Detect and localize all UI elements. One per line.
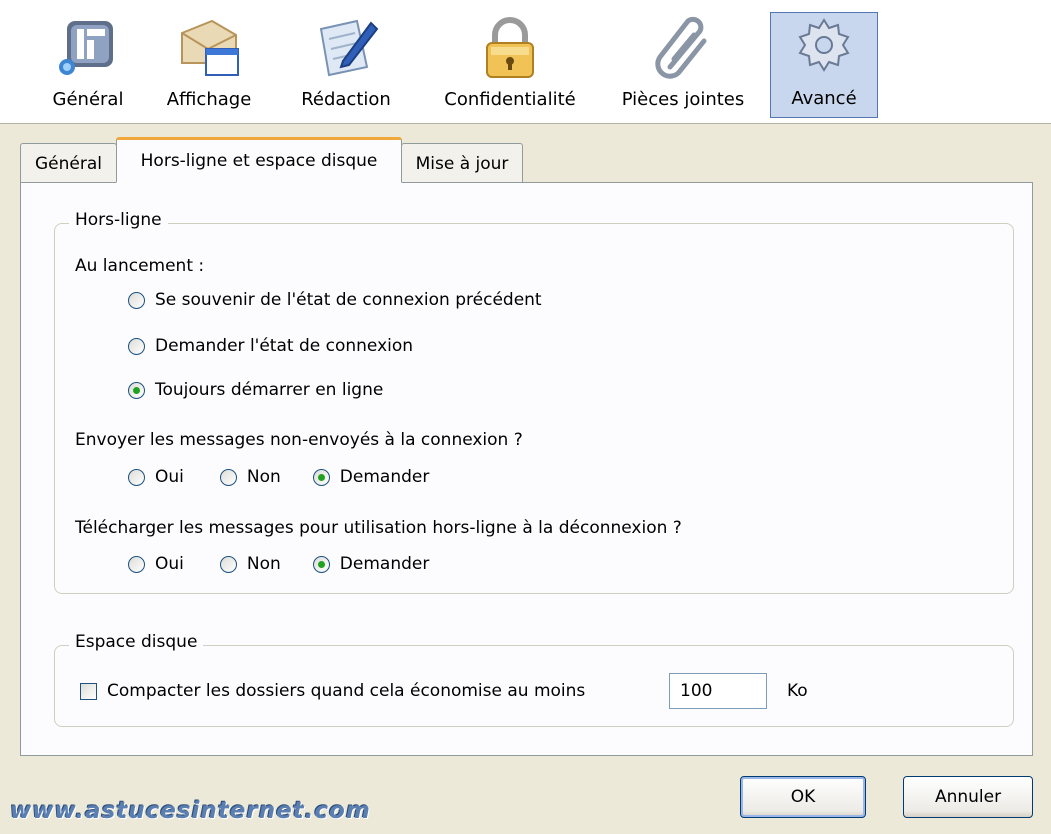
download-options: Oui Non Demander: [128, 554, 429, 574]
toolbar-privacy-label: Confidentialité: [444, 89, 576, 110]
general-icon: [59, 21, 113, 75]
tab-updates-label: Mise à jour: [415, 153, 509, 174]
send-option-yes[interactable]: Oui: [128, 467, 184, 487]
download-option-ask[interactable]: Demander: [312, 554, 429, 574]
tab-updates[interactable]: Mise à jour: [401, 143, 523, 183]
startup-option-remember[interactable]: Se souvenir de l'état de connexion précé…: [128, 290, 542, 310]
toolbar-composition-label: Rédaction: [301, 89, 391, 110]
toolbar-advanced-button[interactable]: Avancé: [770, 12, 878, 118]
toolbar-privacy-button[interactable]: Confidentialité: [430, 12, 590, 118]
compact-checkbox[interactable]: [80, 682, 97, 700]
compact-threshold-input[interactable]: 100: [669, 673, 767, 709]
tab-offline-disk[interactable]: Hors-ligne et espace disque: [116, 137, 402, 183]
radio-send-no[interactable]: [219, 468, 237, 486]
radio-remember-state[interactable]: [128, 291, 145, 309]
disk-group-caption: Espace disque: [69, 632, 204, 652]
padlock-icon: [486, 17, 534, 78]
toolbar-general-label: Général: [52, 89, 124, 110]
download-question: Télécharger les messages pour utilisatio…: [75, 518, 682, 538]
radio-download-no[interactable]: [219, 555, 237, 573]
startup-option-online-label: Toujours démarrer en ligne: [155, 380, 384, 400]
tab-offline-disk-label: Hors-ligne et espace disque: [140, 151, 378, 171]
startup-option-remember-label: Se souvenir de l'état de connexion précé…: [155, 290, 542, 310]
radio-ask-state[interactable]: [128, 337, 145, 355]
tab-general[interactable]: Général: [20, 143, 117, 183]
send-options: Oui Non Demander: [128, 467, 429, 487]
send-option-ask[interactable]: Demander: [312, 467, 429, 487]
offline-group-caption: Hors-ligne: [69, 210, 168, 230]
toolbar-attachments-label: Pièces jointes: [621, 89, 745, 110]
compact-option[interactable]: Compacter les dossiers quand cela économ…: [80, 681, 585, 701]
toolbar-display-label: Affichage: [166, 89, 252, 110]
display-icon: [181, 19, 239, 76]
radio-download-yes[interactable]: [128, 555, 145, 573]
startup-label: Au lancement :: [75, 256, 205, 276]
radio-send-yes[interactable]: [128, 468, 145, 486]
ok-button[interactable]: OK: [740, 776, 866, 818]
startup-option-online[interactable]: Toujours démarrer en ligne: [128, 380, 383, 400]
preferences-toolbar: Général Affichage Rédaction Confidential…: [0, 0, 1051, 124]
cancel-button[interactable]: Annuler: [903, 776, 1033, 818]
send-question: Envoyer les messages non-envoyés à la co…: [75, 430, 523, 450]
radio-always-online[interactable]: [128, 381, 145, 399]
compact-label: Compacter les dossiers quand cela économ…: [107, 681, 586, 701]
radio-download-ask[interactable]: [312, 555, 330, 573]
toolbar-composition-button[interactable]: Rédaction: [286, 12, 406, 118]
watermark: www.astucesinternet.com: [10, 798, 371, 824]
send-option-no[interactable]: Non: [219, 467, 281, 487]
download-option-yes[interactable]: Oui: [128, 554, 184, 574]
toolbar-advanced-label: Avancé: [791, 88, 857, 109]
download-option-no[interactable]: Non: [219, 554, 281, 574]
toolbar-general-button[interactable]: Général: [38, 12, 138, 118]
toolbar-attachments-button[interactable]: Pièces jointes: [608, 12, 758, 118]
radio-send-ask[interactable]: [312, 468, 330, 486]
paperclip-icon: [655, 16, 707, 79]
composition-icon: [319, 19, 379, 77]
toolbar-display-button[interactable]: Affichage: [154, 12, 264, 118]
offline-group: Hors-ligne: [54, 210, 1014, 594]
startup-option-ask-label: Demander l'état de connexion: [155, 336, 414, 356]
startup-option-ask[interactable]: Demander l'état de connexion: [128, 336, 413, 356]
gear-icon: [798, 18, 850, 72]
tab-general-label: Général: [35, 153, 102, 174]
compact-unit: Ko: [787, 681, 808, 701]
